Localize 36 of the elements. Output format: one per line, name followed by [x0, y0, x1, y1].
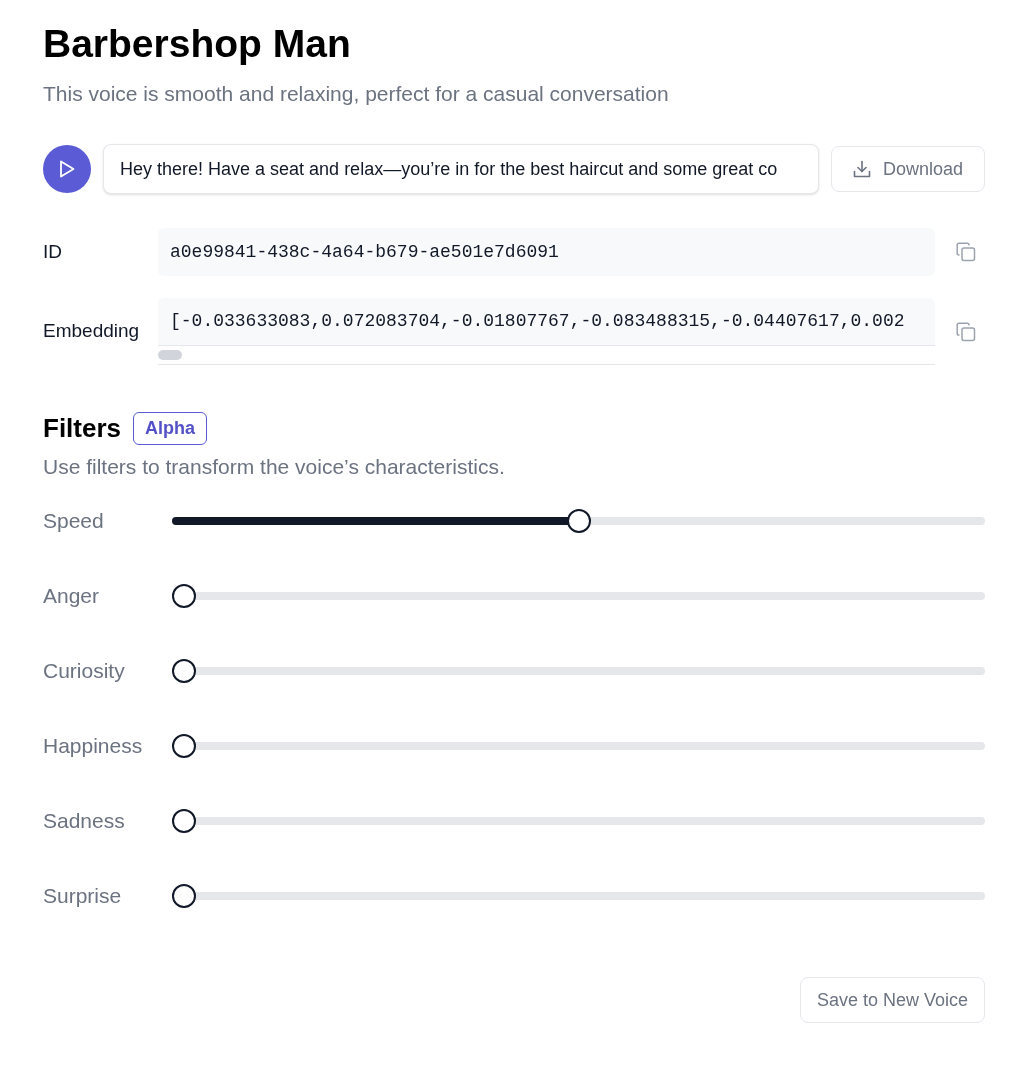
slider-thumb[interactable]: [172, 884, 196, 908]
slider-track[interactable]: [172, 509, 985, 533]
scrollbar-thumb[interactable]: [158, 350, 182, 360]
slider-track[interactable]: [172, 584, 985, 608]
copy-icon: [956, 321, 976, 342]
field-label: Embedding: [43, 319, 141, 344]
voice-title: Barbershop Man: [43, 21, 352, 67]
slider-label: Curiosity: [43, 658, 126, 685]
slider-label: Surprise: [43, 883, 123, 910]
filters-heading: Filters: [43, 412, 122, 445]
id-field: a0e99841-438c-4a64-b679-ae501e7d6091: [158, 228, 935, 276]
play-button[interactable]: [43, 145, 91, 193]
field-label: ID: [43, 239, 63, 264]
embedding-value: [-0.033633083,0.072083704,-0.01807767,-0.083488315,-0.04407617,0.002: [169, 310, 906, 333]
slider-label: Anger: [43, 583, 101, 610]
slider-thumb[interactable]: [172, 734, 196, 758]
preview-text-field[interactable]: Hey there! Have a seat and relax—you’re in for the best haircut and some great co: [103, 144, 819, 194]
slider-label: Sadness: [43, 808, 126, 835]
download-icon: [852, 160, 871, 178]
save-voice-button[interactable]: Save to New Voice: [799, 977, 985, 1023]
voice-description: This voice is smooth and relaxing, perfect for a casual conversation: [43, 81, 670, 107]
slider-track[interactable]: [172, 809, 985, 833]
play-icon: [59, 160, 75, 178]
slider-track[interactable]: [172, 734, 985, 758]
filters-description: Use filters to transform the voice’s characteristics.: [43, 454, 506, 480]
slider-thumb[interactable]: [172, 659, 196, 683]
download-button[interactable]: Download: [831, 146, 985, 192]
copy-icon: [956, 242, 976, 262]
alpha-badge: Alpha: [133, 411, 208, 445]
slider-thumb[interactable]: [566, 509, 591, 533]
slider-track[interactable]: [172, 884, 985, 908]
slider-thumb[interactable]: [172, 809, 196, 833]
slider-track[interactable]: [172, 659, 985, 683]
slider-label: Speed: [43, 508, 105, 535]
slider-thumb[interactable]: [172, 584, 196, 608]
slider-label: Happiness: [43, 733, 144, 760]
